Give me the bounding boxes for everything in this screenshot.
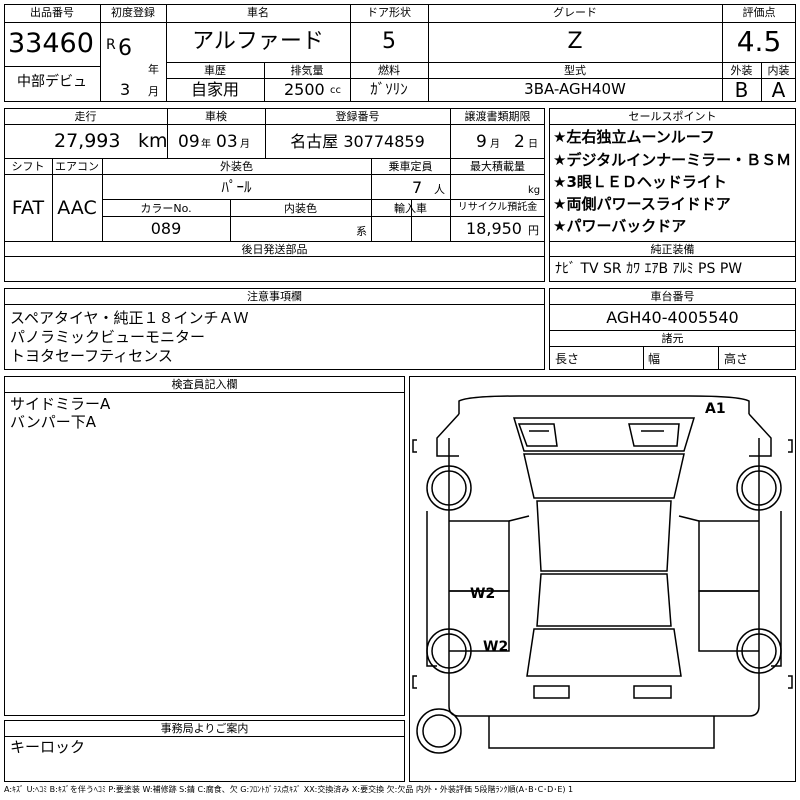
- car-name-label: 車名: [247, 6, 269, 19]
- grade: Z: [567, 29, 583, 54]
- car-name: アルファード: [192, 29, 324, 54]
- recycle-amount: 18,950: [466, 219, 522, 238]
- fuel: ｶﾞｿﾘﾝ: [370, 80, 408, 98]
- sales-point-item: ★パワーバックドア: [553, 217, 687, 235]
- registration-month: 3: [120, 80, 131, 99]
- chassis-title: 車台番号: [650, 290, 695, 303]
- first-registration-label: 初度登録: [111, 6, 155, 19]
- recycle-label: リサイクル預託金: [457, 202, 538, 213]
- model-label: 型式: [564, 64, 586, 77]
- doors: 5: [382, 29, 396, 54]
- auction-sheet: 出品番号 33460 中部デビュ 初度登録 R 6 年 3 月 車名 アルファー…: [0, 0, 800, 800]
- ac: AAC: [57, 197, 97, 219]
- month-unit: 月: [148, 85, 159, 98]
- transfer-deadline-label: 譲渡書類期限: [464, 110, 531, 123]
- inspector-line: サイドミラーA: [10, 395, 111, 413]
- interior-color-suffix: 系: [356, 225, 367, 238]
- chassis-number: AGH40-4005540: [606, 308, 739, 327]
- capacity-unit: 人: [434, 183, 445, 196]
- sales-points-title: セールスポイント: [628, 110, 717, 123]
- debut-label: 中部デビュ: [17, 74, 87, 90]
- length-label: 長さ: [555, 352, 580, 366]
- recycle-unit: 円: [528, 224, 539, 237]
- shift-label: シフト: [11, 160, 45, 173]
- inspector-line: バンパー下A: [10, 413, 97, 431]
- sales-point-item: ★左右独立ムーンルーフ: [553, 128, 715, 146]
- interior-label: 内装: [767, 64, 790, 77]
- note-line: スペアタイヤ・純正１８インチＡＷ: [10, 309, 249, 327]
- max-load-label: 最大積載量: [470, 160, 525, 173]
- inspection-year: 09: [178, 132, 200, 152]
- displacement-unit: cc: [330, 85, 341, 96]
- later-parts-label: 後日発送部品: [241, 243, 308, 256]
- equipment-label: 純正装備: [650, 243, 695, 256]
- ac-label: エアコン: [55, 160, 99, 173]
- history: 自家用: [190, 80, 239, 99]
- mileage-label: 走行: [74, 110, 97, 123]
- displacement-label: 排気量: [290, 64, 324, 77]
- door-label: ドア形状: [367, 6, 411, 19]
- color-label: 外装色: [220, 160, 253, 173]
- sales-point-item: ★両側パワースライドドア: [553, 195, 731, 213]
- note-line: トヨタセーフティセンス: [10, 347, 173, 365]
- capacity-label: 乗車定員: [388, 160, 433, 173]
- office-title: 事務局よりご案内: [160, 722, 249, 735]
- sales-point-item: ★3眼ＬＥＤヘッドライト: [553, 173, 727, 191]
- era-mark: R: [106, 37, 116, 53]
- fuel-label: 燃料: [378, 64, 400, 77]
- displacement: 2500: [284, 80, 325, 99]
- plate-label: 登録番号: [335, 110, 380, 123]
- transfer-day-unit: 日: [528, 139, 538, 150]
- dimensions-label: 諸元: [661, 332, 684, 345]
- transfer-day: 2: [514, 132, 525, 152]
- model: 3BA-AGH40W: [524, 80, 626, 98]
- capacity: 7: [412, 178, 423, 197]
- exterior-label: 外装: [730, 64, 753, 77]
- equipment: ﾅﾋﾞ TV SR ｶﾜ ｴｱB ｱﾙﾐ PS PW: [555, 261, 743, 277]
- lot-number: 33460: [8, 28, 94, 59]
- color: ﾊﾟｰﾙ: [221, 178, 252, 196]
- office-text: キーロック: [10, 738, 86, 756]
- import-label: 輸入車: [394, 202, 427, 215]
- transfer-month: 9: [476, 132, 487, 152]
- score-label: 評価点: [742, 6, 776, 19]
- inspection-month: 03: [216, 132, 238, 152]
- mileage: 27,993: [54, 130, 121, 152]
- damage-mark: W2: [470, 586, 496, 602]
- width-label: 幅: [648, 352, 661, 366]
- inspection-label: 車検: [205, 110, 227, 123]
- car-diagram: [412, 395, 793, 754]
- transfer-month-unit: 月: [490, 139, 500, 150]
- height-label: 高さ: [724, 352, 749, 366]
- interior-grade: A: [771, 78, 786, 102]
- max-load-unit: kg: [528, 185, 541, 196]
- inspector-title: 検査員記入欄: [171, 378, 238, 391]
- score: 4.5: [736, 25, 782, 58]
- inspection-month-unit: 月: [240, 139, 250, 150]
- notes-title: 注意事項欄: [247, 290, 302, 303]
- note-line: パノラミックビューモニター: [10, 328, 206, 346]
- plate: 名古屋 30774859: [290, 132, 425, 151]
- history-label: 車歴: [204, 64, 226, 77]
- sales-point-item: ★デジタルインナーミラー・ＢＳＭ: [553, 151, 792, 169]
- grade-label: グレード: [553, 6, 597, 19]
- damage-mark: W2: [483, 639, 509, 655]
- inspection-year-unit: 年: [201, 139, 211, 150]
- interior-color-label: 内装色: [284, 202, 317, 215]
- registration-year: 6: [118, 36, 132, 61]
- mileage-unit: km: [138, 130, 168, 152]
- shift: FAT: [11, 197, 45, 219]
- color-no: 089: [150, 219, 182, 238]
- year-unit: 年: [148, 63, 159, 76]
- legend: A:ｷｽﾞ U:ﾍｺﾐ B:ｷｽﾞを伴うﾍｺﾐ P:要塗装 W:補修跡 S:錆 …: [4, 785, 574, 794]
- color-no-label: カラーNo.: [140, 202, 192, 215]
- lot-number-label: 出品番号: [30, 6, 74, 19]
- exterior-grade: B: [734, 78, 749, 102]
- damage-mark: A1: [705, 401, 726, 417]
